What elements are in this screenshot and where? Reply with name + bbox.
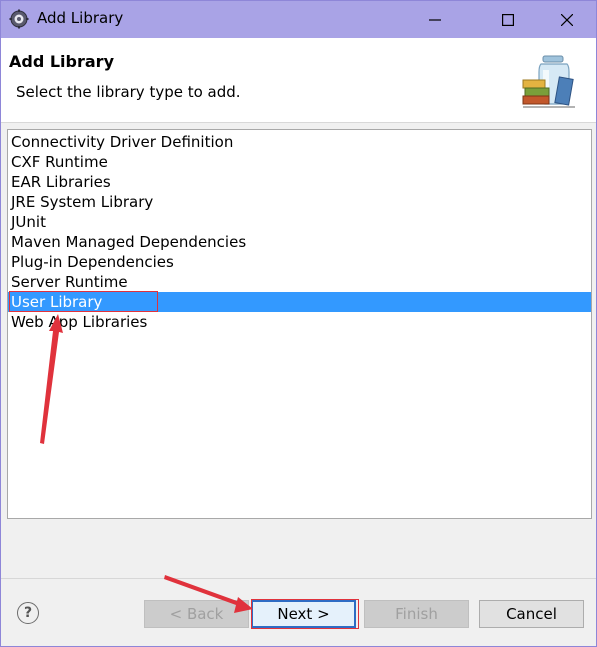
list-item[interactable]: JUnit bbox=[8, 212, 591, 232]
window-title: Add Library bbox=[37, 9, 124, 27]
help-button[interactable]: ? bbox=[17, 602, 39, 624]
back-button[interactable]: < Back bbox=[144, 600, 249, 628]
finish-button[interactable]: Finish bbox=[364, 600, 469, 628]
eclipse-gear-icon bbox=[9, 9, 29, 29]
list-item[interactable]: CXF Runtime bbox=[8, 152, 591, 172]
minimize-icon bbox=[429, 18, 441, 21]
page-description: Select the library type to add. bbox=[16, 83, 241, 101]
title-bar[interactable]: Add Library bbox=[1, 1, 596, 38]
list-item-selected[interactable]: User Library bbox=[8, 292, 591, 312]
close-icon bbox=[561, 13, 573, 26]
button-bar-separator bbox=[1, 578, 596, 579]
list-item[interactable]: Plug-in Dependencies bbox=[8, 252, 591, 272]
cancel-button[interactable]: Cancel bbox=[479, 600, 584, 628]
list-item[interactable]: Connectivity Driver Definition bbox=[8, 132, 591, 152]
page-title: Add Library bbox=[9, 52, 114, 71]
maximize-icon bbox=[502, 13, 514, 26]
add-library-dialog: Add Library Add Library Select the libra… bbox=[0, 0, 597, 647]
library-jar-icon bbox=[522, 55, 575, 108]
list-item[interactable]: JRE System Library bbox=[8, 192, 591, 212]
close-button[interactable] bbox=[544, 1, 590, 38]
list-item[interactable]: Web App Libraries bbox=[8, 312, 591, 332]
library-type-list[interactable]: Connectivity Driver Definition CXF Runti… bbox=[7, 129, 592, 519]
maximize-button[interactable] bbox=[485, 1, 531, 38]
list-item[interactable]: EAR Libraries bbox=[8, 172, 591, 192]
minimize-button[interactable] bbox=[412, 1, 458, 38]
list-item[interactable]: Maven Managed Dependencies bbox=[8, 232, 591, 252]
list-item[interactable]: Server Runtime bbox=[8, 272, 591, 292]
next-button[interactable]: Next > bbox=[251, 600, 356, 628]
wizard-header: Add Library Select the library type to a… bbox=[1, 38, 596, 123]
